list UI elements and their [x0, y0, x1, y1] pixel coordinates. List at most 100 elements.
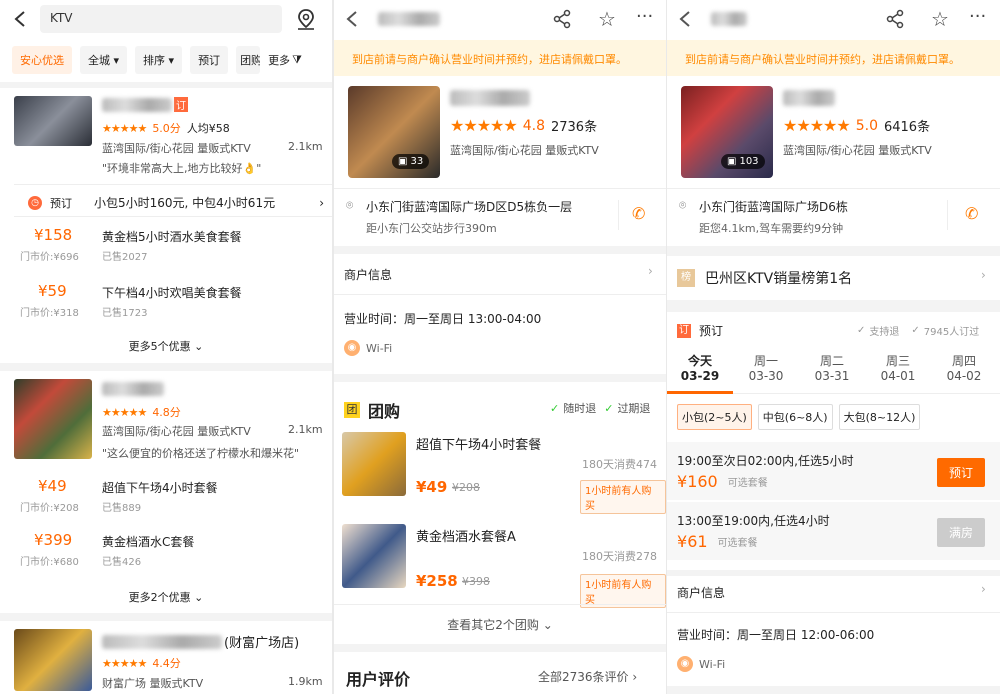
back-arrow-icon[interactable]: [344, 10, 362, 28]
shop-detail-screen-a: ☆ ··· 到店前请与商户确认营业时间并预约，进店请佩戴口罩。 ▣ 33 ★★★★…: [334, 0, 666, 694]
booking-icon: 订: [677, 323, 691, 338]
slot-note: 可选套餐: [727, 478, 768, 489]
room-option-large[interactable]: 大包(8~12人): [838, 404, 921, 430]
date-tab[interactable]: 周三 04-01: [865, 352, 931, 394]
shop-card-1[interactable]: 订 ★★★★★ 5.0分 人均¥58 蓝湾国际/街心花园 量贩式KTV 2.1km …: [0, 88, 332, 363]
back-arrow-icon[interactable]: [12, 10, 30, 28]
refund-supported: 支持退: [869, 327, 900, 338]
rating-stars: ★★★★★: [102, 656, 147, 670]
chevron-right-icon[interactable]: ›: [981, 582, 986, 596]
deal-sold: 180天消费474: [582, 458, 657, 471]
time-slot[interactable]: 13:00至19:00内,任选4小时 ¥61 可选套餐 满房: [667, 502, 1000, 560]
ranking-row[interactable]: 榜巴州区KTV销量榜第1名 ›: [667, 256, 1000, 300]
date-tab[interactable]: 周四 04-02: [931, 352, 997, 394]
ranking-text: 巴州区KTV销量榜第1名: [705, 271, 853, 287]
search-input[interactable]: KTV: [40, 5, 282, 33]
shop-photo[interactable]: ▣ 103: [681, 86, 773, 178]
shop-photo[interactable]: ▣ 33: [348, 86, 440, 178]
deal-sold: 180天消费278: [582, 550, 657, 563]
more-group-deals-link[interactable]: 查看其它2个团购 ⌄: [334, 616, 666, 633]
rating-stars: ★★★★★: [450, 116, 518, 135]
booking-section: 订预订 ✓ 支持退 ✓ 7945人订过 今天 03-29 周一 03-30 周二 03-31…: [667, 312, 1000, 570]
filter-sort[interactable]: 排序 ▾: [135, 46, 183, 74]
shop-card-2[interactable]: ★★★★★ 4.8分 蓝湾国际/街心花园 量贩式KTV 2.1km "这么便宜的价…: [0, 371, 332, 613]
favorite-star-icon[interactable]: ☆: [931, 7, 949, 31]
shop-thumbnail: [14, 629, 92, 691]
slot-price: 160: [687, 472, 718, 491]
shop-area: 蓝湾国际/街心花园 量贩式KTV: [102, 425, 251, 438]
shop-name-blurred: [783, 90, 835, 106]
deal-row[interactable]: ¥158 门市价:¥696 黄金档5小时酒水美食套餐 已售2027: [20, 226, 330, 270]
deal-sold: 已售2027: [102, 252, 148, 263]
filter-anxin[interactable]: 安心优选: [12, 46, 72, 74]
room-option-small[interactable]: 小包(2~5人): [677, 404, 752, 430]
all-reviews-link[interactable]: 全部2736条评价 ›: [538, 668, 637, 685]
room-option-medium[interactable]: 中包(6~8人): [757, 404, 833, 430]
filter-group[interactable]: 团购: [236, 46, 261, 74]
deal-original-price: 门市价:¥318: [20, 308, 79, 319]
date-tab[interactable]: 周二 03-31: [799, 352, 865, 394]
shop-area: 蓝湾国际/街心花园 量贩式KTV: [450, 144, 599, 157]
deal-row[interactable]: ¥59 门市价:¥318 下午档4小时欢唱美食套餐 已售1723: [20, 282, 330, 326]
group-deal-item[interactable]: 黄金档酒水套餐A 180天消费278 ¥258 ¥398 1小时前有人购买: [342, 522, 666, 608]
shop-name-suffix: (财富广场店): [224, 636, 300, 651]
shop-thumbnail: [14, 379, 92, 459]
deal-original-price: 门市价:¥696: [20, 252, 79, 263]
location-icon[interactable]: [296, 8, 316, 30]
back-arrow-icon[interactable]: [677, 10, 695, 28]
filter-icon: ⧩: [292, 53, 302, 66]
deal-original-price: 门市价:¥208: [20, 503, 79, 514]
phone-icon[interactable]: ✆: [965, 204, 978, 223]
merchant-info-link[interactable]: 商户信息: [677, 584, 725, 601]
group-deal-item[interactable]: 超值下午场4小时套餐 180天消费474 ¥49 ¥208 1小时前有人购买: [342, 430, 666, 514]
rating-stars: ★★★★★: [102, 121, 147, 135]
share-icon[interactable]: [552, 9, 572, 29]
check-circle-icon: ✓: [550, 401, 560, 415]
slot-price: 61: [687, 532, 708, 551]
full-button: 满房: [937, 518, 986, 547]
more-icon[interactable]: ···: [969, 6, 986, 27]
shop-name-blurred: [102, 634, 222, 649]
time-slot[interactable]: 19:00至次日02:00内,任选5小时 ¥160 可选套餐 预订: [667, 442, 1000, 500]
deal-row[interactable]: ¥399 门市价:¥680 黄金档酒水C套餐 已售426: [20, 531, 330, 575]
shop-area: 蓝湾国际/街心花园 量贩式KTV: [783, 144, 932, 157]
shop-summary: ▣ 103 ★★★★★ 5.0 6416条 蓝湾国际/街心花园 量贩式KTV ⌾ 小东…: [667, 76, 1000, 246]
refund-anytime: 随时退: [563, 402, 597, 415]
more-filter-button[interactable]: 更多 ⧩: [268, 52, 302, 68]
wifi-icon: ◉: [344, 340, 360, 356]
deal-row[interactable]: ¥49 门市价:¥208 超值下午场4小时套餐 已售889: [20, 477, 330, 521]
group-buy-section: 团团购 ✓ 随时退 ✓ 过期退 超值下午场4小时套餐 180天消费474 ¥49 ¥2…: [334, 382, 666, 644]
deal-title: 超值下午场4小时套餐: [102, 481, 218, 495]
filter-city[interactable]: 全城 ▾: [80, 46, 128, 74]
more-icon[interactable]: ···: [636, 6, 653, 27]
phone-icon[interactable]: ✆: [632, 204, 645, 223]
review-snippet: "这么便宜的价格还送了柠檬水和爆米花": [102, 447, 300, 460]
shop-distance: 2.1km: [288, 423, 323, 436]
booking-row[interactable]: ◷ 预订 小包5小时160元, 中包4小时61元 ›: [28, 194, 324, 211]
favorite-star-icon[interactable]: ☆: [598, 7, 616, 31]
rating-stars: ★★★★★: [783, 116, 851, 135]
deal-sold: 已售1723: [102, 308, 148, 319]
more-deals-link[interactable]: 更多5个优惠 ⌄: [0, 338, 332, 354]
chevron-right-icon: ›: [981, 268, 986, 282]
filter-booking[interactable]: 预订: [190, 46, 229, 74]
shop-thumbnail: [14, 96, 92, 146]
shop-address[interactable]: 小东门街蓝湾国际广场D区D5栋负一层: [366, 198, 572, 215]
date-tab-today[interactable]: 今天 03-29: [667, 352, 733, 394]
shop-address[interactable]: 小东门街蓝湾国际广场D6栋: [699, 198, 848, 215]
room-options: 小包(2~5人) 中包(6~8人) 大包(8~12人): [677, 404, 921, 430]
more-deals-link[interactable]: 更多2个优惠 ⌄: [0, 589, 332, 605]
notice-banner: 到店前请与商户确认营业时间并预约，进店请佩戴口罩。: [667, 40, 1000, 76]
booking-text: 小包5小时160元, 中包4小时61元: [94, 196, 276, 210]
shop-area: 蓝湾国际/街心花园 量贩式KTV: [102, 142, 251, 155]
date-tab[interactable]: 周一 03-30: [733, 352, 799, 394]
deal-price: ¥258: [416, 572, 458, 590]
chevron-right-icon[interactable]: ›: [648, 264, 653, 278]
share-icon[interactable]: [885, 9, 905, 29]
merchant-info-link[interactable]: 商户信息: [344, 266, 392, 283]
location-pin-icon: ⌾: [679, 198, 687, 212]
slot-time: 13:00至19:00内,任选4小时: [677, 514, 830, 528]
book-button[interactable]: 预订: [937, 458, 986, 487]
shop-area: 财富广场 量贩式KTV: [102, 677, 204, 690]
shop-card-3[interactable]: (财富广场店) ★★★★★ 4.4分 财富广场 量贩式KTV 1.9km: [0, 621, 332, 694]
